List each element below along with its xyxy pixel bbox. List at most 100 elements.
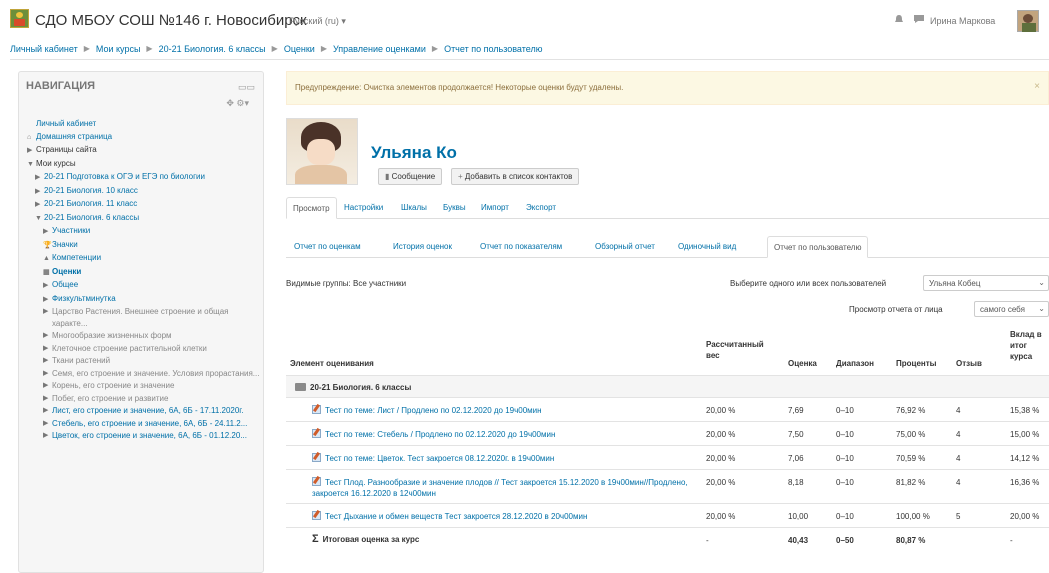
navigation-title: НАВИГАЦИЯ: [26, 80, 96, 92]
cell-feedback: 5: [956, 512, 961, 521]
nav-item[interactable]: Личный кабинет: [27, 118, 263, 130]
cell-percent: 76,92 %: [896, 406, 926, 415]
cell-range: 0–10: [836, 454, 854, 463]
cell-range: 0–10: [836, 478, 854, 487]
add-contact-button[interactable]: + Добавить в список контактов: [451, 168, 580, 185]
grade-item-link[interactable]: Тест по теме: Лист / Продлено по 02.12.2…: [312, 405, 702, 416]
student-avatar[interactable]: [286, 118, 358, 185]
nav-item[interactable]: ⌂ Домашняя страница: [27, 131, 263, 144]
tab-import[interactable]: Импорт: [481, 203, 509, 212]
nav-item[interactable]: ▦ Оценки: [27, 266, 263, 279]
cell-percent: 81,82 %: [896, 478, 926, 487]
total-contribution: -: [1010, 536, 1013, 545]
tab-grader-report[interactable]: Отчет по оценкам: [294, 242, 361, 251]
breadcrumb-item[interactable]: Отчет по пользователю: [444, 44, 542, 54]
message-icon: ▮: [385, 172, 392, 181]
collapsed-arrow-icon: ▶: [43, 357, 49, 364]
nav-item-label: Компетенции: [52, 253, 102, 262]
collapsed-arrow-icon: ▶: [43, 419, 49, 427]
messages-icon[interactable]: [913, 14, 925, 24]
tab-letters[interactable]: Буквы: [443, 203, 466, 212]
nav-item[interactable]: ▶ Корень, его строение и значение: [27, 380, 263, 392]
grade-item-link[interactable]: Тест по теме: Цветок. Тест закроется 08.…: [312, 453, 702, 464]
user-select[interactable]: Ульяна Кобец ⌄: [923, 275, 1049, 291]
table-row: Тест по теме: Лист / Продлено по 02.12.2…: [286, 397, 1049, 421]
block-actions-icon[interactable]: ✥ ⚙▾: [226, 98, 249, 109]
tab-grade-history[interactable]: История оценок: [393, 242, 452, 251]
grade-item-link[interactable]: Тест по теме: Стебель / Продлено по 02.1…: [312, 429, 702, 440]
collapsed-arrow-icon: ▶: [43, 332, 49, 339]
tab-export[interactable]: Экспорт: [526, 203, 556, 212]
column-header-feedback: Отзыв: [956, 359, 982, 368]
nav-item[interactable]: ▶ Общее: [27, 279, 263, 292]
breadcrumb-item[interactable]: Управление оценками: [333, 44, 426, 54]
tab-single-view[interactable]: Одиночный вид: [678, 242, 736, 251]
block-dock-icon[interactable]: ▭▭: [238, 82, 255, 93]
cell-range: 0–10: [836, 406, 854, 415]
total-weight: -: [706, 536, 709, 545]
student-name[interactable]: Ульяна Ко: [371, 143, 457, 163]
nav-item[interactable]: ▶ 20-21 Биология. 10 класс: [27, 185, 263, 198]
cell-contribution: 15,38 %: [1010, 406, 1040, 415]
cell-grade: 7,50: [788, 430, 804, 439]
nav-item[interactable]: ▶ Многообразие жизненных форм: [27, 330, 263, 342]
grade-item-link[interactable]: Тест Дыхание и обмен веществ Тест закрое…: [312, 511, 702, 522]
nav-item[interactable]: ▶ Побег, его строение и развитие: [27, 393, 263, 405]
message-button[interactable]: ▮ Сообщение: [378, 168, 443, 185]
nav-item-label: Личный кабинет: [36, 119, 97, 128]
nav-item[interactable]: ▶ Физкультминутка: [27, 293, 263, 306]
tab-outcomes-report[interactable]: Отчет по показателям: [480, 242, 562, 251]
tab-user-report[interactable]: Отчет по пользователю: [767, 236, 869, 258]
cell-contribution: 20,00 %: [1010, 512, 1040, 521]
nav-item-label: Побег, его строение и развитие: [52, 393, 169, 403]
nav-item[interactable]: ▶ Стебель, его строение и значение, 6А, 6…: [27, 418, 263, 430]
breadcrumb-item[interactable]: Оценки: [284, 44, 315, 54]
nav-item[interactable]: ▲ Компетенции: [27, 252, 263, 265]
tab-view[interactable]: Просмотр: [286, 197, 337, 219]
cell-grade: 7,06: [788, 454, 804, 463]
grade-item-link[interactable]: Тест Плод. Разнообразие и значение плодо…: [312, 477, 702, 499]
user-menu-name[interactable]: Ирина Маркова: [930, 16, 995, 26]
nav-item-label: Физкультминутка: [52, 293, 116, 303]
nav-item-label: 20-21 Биология. 10 класс: [44, 185, 138, 195]
nav-item[interactable]: ▶ 20-21 Биология. 11 класс: [27, 198, 263, 211]
close-icon[interactable]: ×: [1034, 81, 1040, 92]
breadcrumb-item[interactable]: Мои курсы: [96, 44, 141, 54]
notifications-icon[interactable]: [893, 14, 905, 24]
tab-overview-report[interactable]: Обзорный отчет: [595, 242, 655, 251]
nav-item[interactable]: ▶ Клеточное строение растительной клетки: [27, 343, 263, 355]
cell-feedback: 4: [956, 406, 961, 415]
primary-tabs: Просмотр Настройки Шкалы Буквы Импорт Эк…: [286, 197, 1049, 219]
nav-item-label: Корень, его строение и значение: [52, 381, 175, 390]
nav-item[interactable]: ▶ Ткани растений: [27, 355, 263, 367]
visible-groups-label: Видимые группы: Все участники: [286, 279, 407, 288]
quiz-icon: [312, 511, 321, 520]
nav-item-label: Оценки: [52, 266, 82, 276]
nav-item[interactable]: ▶ Страницы сайта: [27, 144, 263, 157]
column-header-contribution: Вклад в итог курса: [1010, 330, 1042, 361]
tab-scales[interactable]: Шкалы: [401, 203, 427, 212]
nav-item[interactable]: ▶ Царство Растения. Внешнее строение и об…: [27, 306, 263, 329]
tab-settings[interactable]: Настройки: [344, 203, 383, 212]
nav-item[interactable]: ▼ 20-21 Биология. 6 классы: [27, 212, 263, 225]
nav-item[interactable]: ▶ Цветок, его строение и значение, 6А, 6Б…: [27, 430, 263, 442]
nav-item[interactable]: ▼ Мои курсы: [27, 158, 263, 171]
breadcrumb-separator: ▶: [320, 44, 327, 53]
nav-item[interactable]: ▶ Лист, его строение и значение, 6А, 6Б -…: [27, 405, 263, 417]
breadcrumb-item[interactable]: 20-21 Биология. 6 классы: [159, 44, 266, 54]
warning-alert: Предупреждение: Очистка элементов продол…: [286, 71, 1049, 105]
add-contact-button-label: Добавить в список контактов: [464, 172, 573, 181]
nav-item[interactable]: 🏆Значки: [27, 239, 263, 252]
user-avatar[interactable]: [1017, 10, 1039, 32]
school-logo[interactable]: [10, 9, 29, 28]
nav-item[interactable]: ▶ Участники: [27, 225, 263, 238]
view-as-select[interactable]: самого себя ⌄: [974, 301, 1049, 317]
folder-icon: [295, 383, 306, 391]
nav-item[interactable]: ▶ 20-21 Подготовка к ОГЭ и ЕГЭ по биологи…: [27, 171, 263, 184]
nav-item[interactable]: ▶ Семя, его строение и значение. Условия …: [27, 368, 263, 380]
breadcrumb-item[interactable]: Личный кабинет: [10, 44, 78, 54]
nav-item-label: Ткани растений: [52, 356, 111, 365]
site-name[interactable]: СДО МБОУ СОШ №146 г. Новосибирск: [35, 12, 307, 29]
expanded-arrow-icon: ▼: [27, 160, 34, 168]
language-selector[interactable]: Русский (ru) ▾: [289, 16, 346, 27]
